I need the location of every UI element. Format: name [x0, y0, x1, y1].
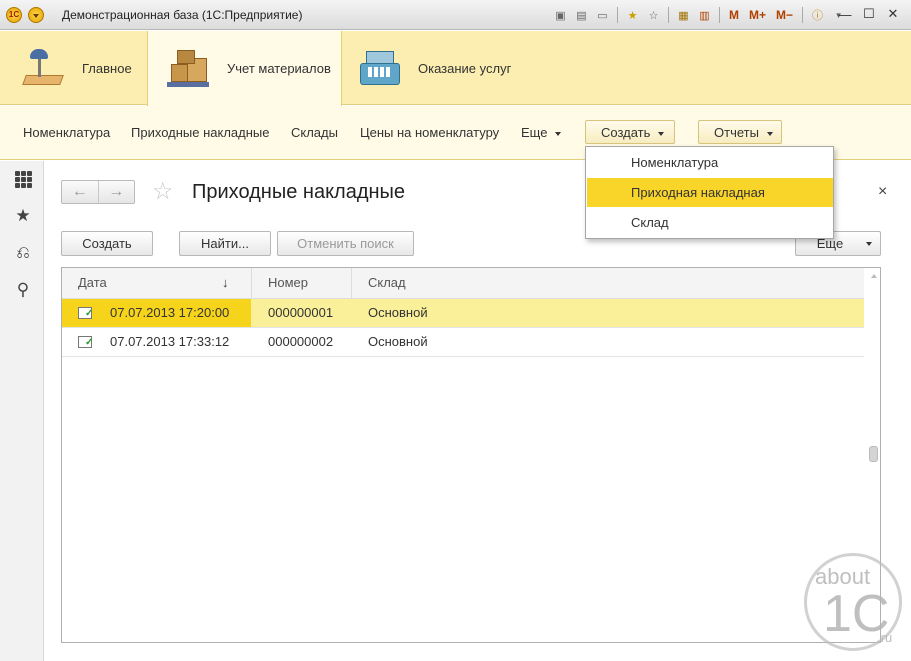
memory-add-button[interactable]: M+: [746, 8, 769, 22]
posted-document-icon: [78, 307, 93, 319]
add-to-favorites-icon[interactable]: ☆: [152, 178, 174, 206]
maximize-icon[interactable]: ☐: [861, 4, 877, 24]
print-icon[interactable]: ▤: [573, 7, 590, 24]
create-dropdown-menu: Номенклатура Приходная накладная Склад: [585, 146, 834, 239]
cell-number: 000000002: [268, 334, 334, 349]
close-icon[interactable]: ✕: [885, 4, 901, 24]
column-label: Дата: [78, 275, 107, 290]
menu-item-receipt[interactable]: Приходная накладная: [587, 178, 833, 207]
section-label: Учет материалов: [227, 61, 331, 76]
chevron-down-icon: [766, 131, 773, 136]
close-form-icon[interactable]: ×: [878, 183, 887, 201]
back-button[interactable]: ←: [62, 181, 99, 203]
nav-more-menu[interactable]: Еще: [521, 125, 562, 140]
app-logo-icon[interactable]: 1С: [6, 7, 22, 23]
menu-item-nomenclature[interactable]: Номенклатура: [587, 148, 833, 177]
sections-panel: Главное Учет материалов Оказание услуг: [0, 31, 911, 106]
about1c-watermark-logo: about 1C .ru: [804, 553, 902, 651]
cell-warehouse: Основной: [368, 305, 428, 320]
info-icon[interactable]: ⓘ: [809, 7, 826, 24]
calculator-icon[interactable]: ▦: [675, 7, 692, 24]
create-menu-button[interactable]: Создать: [585, 120, 675, 144]
history-icon[interactable]: ⎌: [13, 243, 33, 263]
chevron-down-icon: [658, 131, 665, 136]
scroll-up-icon[interactable]: [871, 274, 877, 278]
posted-document-icon: [78, 336, 93, 348]
toolbar-divider: [719, 7, 720, 23]
left-toolbar: ★ ⎌ ⚲: [0, 161, 44, 661]
section-main[interactable]: Главное: [20, 31, 148, 105]
window-titlebar: 1С Демонстрационная база (1С:Предприятие…: [0, 0, 911, 30]
preview-icon[interactable]: ▭: [594, 7, 611, 24]
receipts-table: Дата ↓ Номер Склад 07.07.2013 17:20:00 0…: [61, 267, 881, 643]
calendar-icon[interactable]: ▥: [696, 7, 713, 24]
window-title: Демонстрационная база (1С:Предприятие): [62, 8, 303, 22]
forward-button[interactable]: →: [99, 181, 135, 203]
search-icon[interactable]: ⚲: [13, 280, 33, 300]
create-button[interactable]: Создать: [61, 231, 153, 256]
create-menu-label: Создать: [601, 125, 651, 140]
column-header-warehouse[interactable]: Склад: [352, 268, 864, 299]
main-menu-icon[interactable]: [28, 7, 44, 23]
cash-register-icon: [356, 45, 402, 91]
save-icon[interactable]: ▣: [552, 7, 569, 24]
chevron-down-icon: [866, 242, 872, 246]
column-header-number[interactable]: Номер: [252, 268, 352, 299]
memory-subtract-button[interactable]: M−: [773, 8, 796, 22]
section-label: Оказание услуг: [418, 60, 512, 76]
find-button[interactable]: Найти...: [179, 231, 271, 256]
navigation-buttons: ← →: [61, 180, 135, 204]
boxes-cart-icon: [165, 46, 211, 92]
toolbar-divider: [668, 7, 669, 23]
section-services[interactable]: Оказание услуг: [356, 31, 536, 105]
reports-menu-label: Отчеты: [714, 125, 759, 140]
title-toolbar: ▣ ▤ ▭ ★ ☆ ▦ ▥ M M+ M− ⓘ ▼: [552, 5, 847, 25]
cell-date: 07.07.2013 17:33:12: [62, 328, 251, 356]
favorites-add-icon[interactable]: ★: [624, 7, 641, 24]
window-controls: — ☐ ✕: [837, 4, 901, 24]
nav-link-nomenclature[interactable]: Номенклатура: [23, 125, 110, 140]
table-header: Дата ↓ Номер Склад: [62, 268, 864, 299]
cell-warehouse: Основной: [368, 334, 428, 349]
memory-store-button[interactable]: M: [726, 8, 742, 22]
nav-more-label: Еще: [521, 125, 548, 140]
minimize-icon[interactable]: —: [837, 4, 853, 24]
sort-down-icon: ↓: [222, 275, 229, 290]
cancel-search-button[interactable]: Отменить поиск: [277, 231, 414, 256]
cell-date: 07.07.2013 17:20:00: [62, 299, 251, 327]
toolbar-divider: [617, 7, 618, 23]
menu-item-warehouse[interactable]: Склад: [587, 208, 833, 237]
reports-menu-button[interactable]: Отчеты: [698, 120, 782, 144]
desk-lamp-icon: [20, 45, 66, 91]
favorites-icon[interactable]: ☆: [645, 7, 662, 24]
chevron-down-icon: [555, 131, 562, 136]
section-label: Главное: [82, 60, 132, 76]
toolbar-divider: [802, 7, 804, 23]
apps-grid-icon[interactable]: [13, 169, 33, 189]
page-title: Приходные накладные: [192, 181, 406, 203]
favorites-star-icon[interactable]: ★: [13, 206, 33, 226]
section-materials[interactable]: Учет материалов: [147, 31, 342, 106]
column-header-date[interactable]: Дата ↓: [62, 268, 252, 299]
cell-number: 000000001: [268, 305, 334, 320]
nav-link-warehouses[interactable]: Склады: [291, 125, 338, 140]
nav-link-prices[interactable]: Цены на номенклатуру: [360, 125, 499, 140]
table-row[interactable]: 07.07.2013 17:33:12 000000002 Основной: [62, 328, 864, 357]
nav-link-receipts[interactable]: Приходные накладные: [131, 125, 269, 140]
table-row[interactable]: 07.07.2013 17:20:00 000000001 Основной: [62, 299, 864, 328]
scroll-thumb[interactable]: [869, 446, 878, 462]
